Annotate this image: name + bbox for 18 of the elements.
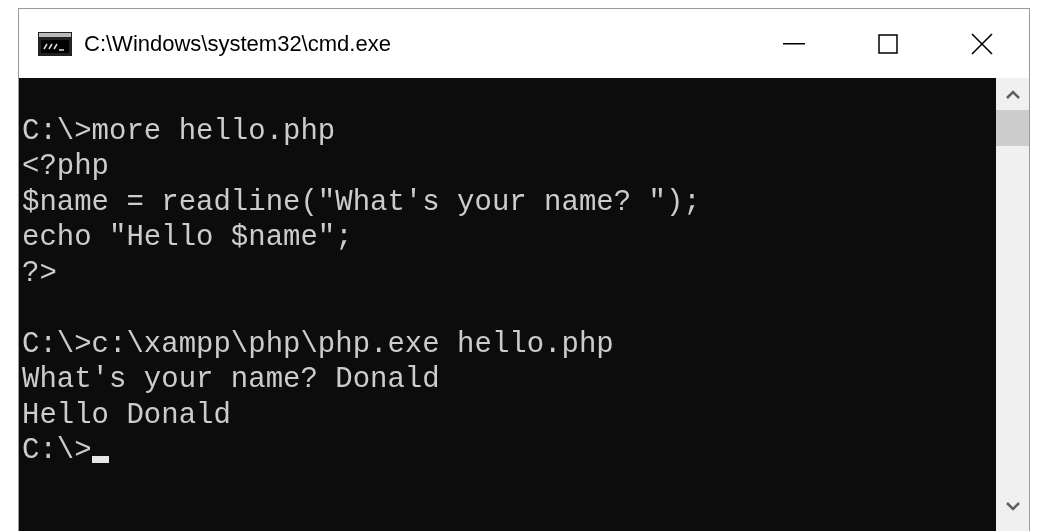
console-line: Hello Donald	[22, 397, 231, 433]
console-line: <?php	[22, 149, 109, 185]
scroll-thumb[interactable]	[996, 110, 1029, 146]
minimize-icon	[783, 42, 805, 45]
console-line: ?>	[22, 255, 57, 291]
console-line: echo "Hello $name";	[22, 220, 353, 256]
console-line: C:\>c:\xampp\php\php.exe hello.php	[22, 326, 614, 362]
terminal-icon	[38, 31, 72, 56]
console-line: $name = readline("What's your name? ");	[22, 184, 701, 220]
console-line: What's your name? Donald	[22, 362, 440, 398]
scroll-down-icon[interactable]	[1005, 501, 1020, 511]
scrollbar[interactable]	[996, 78, 1029, 531]
console-line: C:\>more hello.php	[22, 113, 336, 149]
window-title: C:\Windows\system32\cmd.exe	[84, 30, 392, 57]
maximize-icon	[878, 33, 898, 54]
close-icon	[971, 32, 993, 55]
scroll-up-icon[interactable]	[1005, 89, 1020, 99]
console-line: C:\>	[22, 433, 92, 469]
